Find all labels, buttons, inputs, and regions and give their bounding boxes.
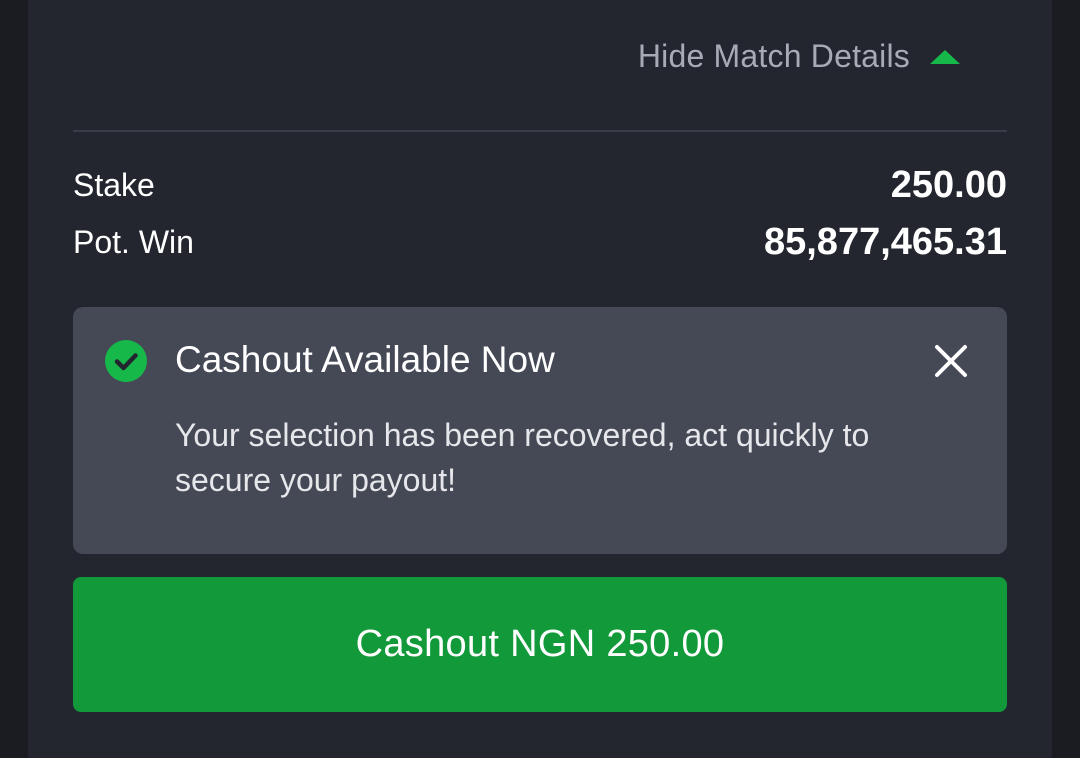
stake-row: Stake 250.00 [73, 164, 1007, 207]
pot-win-label: Pot. Win [73, 224, 194, 260]
cashout-button-label: Cashout NGN 250.00 [355, 623, 725, 665]
stake-value: 250.00 [890, 164, 1007, 206]
hide-match-details-toggle[interactable]: Hide Match Details [638, 38, 960, 75]
stake-label: Stake [73, 167, 155, 203]
hide-match-details-label: Hide Match Details [637, 38, 910, 74]
cashout-notice: Cashout Available Now Your selection has… [73, 307, 1007, 554]
divider [73, 130, 1007, 132]
notice-message: Your selection has been recovered, act q… [175, 417, 870, 498]
check-circle-icon [105, 340, 147, 382]
cashout-button[interactable]: Cashout NGN 250.00 [73, 577, 1007, 712]
bet-card: Hide Match Details Stake 250.00 Pot. Win… [28, 0, 1052, 758]
caret-up-icon [930, 49, 960, 64]
close-icon[interactable] [933, 343, 969, 379]
pot-win-value: 85,877,465.31 [763, 221, 1007, 263]
pot-win-row: Pot. Win 85,877,465.31 [73, 221, 1007, 264]
notice-title: Cashout Available Now [175, 339, 555, 380]
